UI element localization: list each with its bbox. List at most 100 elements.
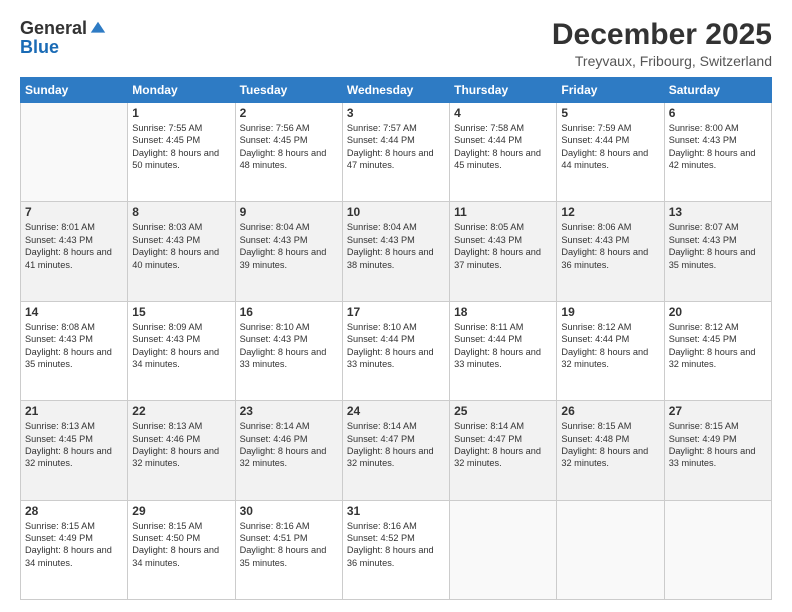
day-number: 31 [347,504,445,518]
day-info: Sunrise: 8:15 AMSunset: 4:49 PMDaylight:… [669,420,767,470]
table-row: 2Sunrise: 7:56 AMSunset: 4:45 PMDaylight… [235,103,342,202]
day-info: Sunrise: 8:16 AMSunset: 4:51 PMDaylight:… [240,520,338,570]
table-row: 16 Sunrise: 8:10 AMSunset: 4:43 PMDayligh… [235,301,342,400]
day-number: 16 [240,305,338,319]
day-number: 30 [240,504,338,518]
day-number: 2 [240,106,338,120]
day-info: Sunrise: 8:12 AMSunset: 4:45 PMDaylight:… [669,321,767,371]
calendar-week-row: 1 Sunrise: 7:55 AMSunset: 4:45 PMDaylight… [21,103,772,202]
table-row: 10 Sunrise: 8:04 AMSunset: 4:43 PMDayligh… [342,202,449,301]
logo-blue: Blue [20,37,59,58]
day-info: Sunrise: 8:10 AMSunset: 4:44 PMDaylight:… [347,321,445,371]
day-number: 21 [25,404,123,418]
day-number: 25 [454,404,552,418]
day-number: 28 [25,504,123,518]
month-title: December 2025 [552,18,772,51]
day-number: 29 [132,504,230,518]
table-row: 19 Sunrise: 8:12 AMSunset: 4:44 PMDayligh… [557,301,664,400]
table-row: 27 Sunrise: 8:15 AMSunset: 4:49 PMDayligh… [664,401,771,500]
table-row: 21 Sunrise: 8:13 AMSunset: 4:45 PMDayligh… [21,401,128,500]
logo: General Blue [20,18,107,58]
table-row: 3Sunrise: 7:57 AMSunset: 4:44 PMDaylight… [342,103,449,202]
table-row: 7 Sunrise: 8:01 AMSunset: 4:43 PMDaylight… [21,202,128,301]
day-number: 24 [347,404,445,418]
day-info: Sunrise: 8:13 AMSunset: 4:45 PMDaylight:… [25,420,123,470]
calendar-week-row: 21 Sunrise: 8:13 AMSunset: 4:45 PMDayligh… [21,401,772,500]
table-row: 6Sunrise: 8:00 AMSunset: 4:43 PMDaylight… [664,103,771,202]
day-number: 15 [132,305,230,319]
page: General Blue December 2025 Treyvaux, Fri… [0,0,792,612]
day-info: Sunrise: 8:03 AMSunset: 4:43 PMDaylight:… [132,221,230,271]
table-row: 30 Sunrise: 8:16 AMSunset: 4:51 PMDayligh… [235,500,342,599]
table-row: 31Sunrise: 8:16 AMSunset: 4:52 PMDayligh… [342,500,449,599]
day-info: Sunrise: 8:12 AMSunset: 4:44 PMDaylight:… [561,321,659,371]
day-number: 4 [454,106,552,120]
day-number: 27 [669,404,767,418]
table-row: 26Sunrise: 8:15 AMSunset: 4:48 PMDayligh… [557,401,664,500]
day-info: Sunrise: 8:08 AMSunset: 4:43 PMDaylight:… [25,321,123,371]
table-row [664,500,771,599]
day-number: 17 [347,305,445,319]
day-info: Sunrise: 8:07 AMSunset: 4:43 PMDaylight:… [669,221,767,271]
day-info: Sunrise: 8:04 AMSunset: 4:43 PMDaylight:… [240,221,338,271]
day-info: Sunrise: 8:00 AMSunset: 4:43 PMDaylight:… [669,122,767,172]
day-number: 9 [240,205,338,219]
table-row: 14 Sunrise: 8:08 AMSunset: 4:43 PMDayligh… [21,301,128,400]
day-info: Sunrise: 8:15 AMSunset: 4:48 PMDaylight:… [561,420,659,470]
logo-icon [89,20,107,38]
day-number: 3 [347,106,445,120]
col-sunday: Sunday [21,78,128,103]
day-number: 10 [347,205,445,219]
title-section: December 2025 Treyvaux, Fribourg, Switze… [552,18,772,69]
table-row: 15Sunrise: 8:09 AMSunset: 4:43 PMDayligh… [128,301,235,400]
table-row: 28 Sunrise: 8:15 AMSunset: 4:49 PMDayligh… [21,500,128,599]
table-row: 4 Sunrise: 7:58 AMSunset: 4:44 PMDaylight… [450,103,557,202]
day-number: 23 [240,404,338,418]
day-number: 8 [132,205,230,219]
table-row: 12 Sunrise: 8:06 AMSunset: 4:43 PMDayligh… [557,202,664,301]
calendar-header-row: Sunday Monday Tuesday Wednesday Thursday… [21,78,772,103]
day-number: 7 [25,205,123,219]
day-number: 13 [669,205,767,219]
day-info: Sunrise: 8:14 AMSunset: 4:47 PMDaylight:… [454,420,552,470]
day-info: Sunrise: 8:10 AMSunset: 4:43 PMDaylight:… [240,321,338,371]
table-row: 18 Sunrise: 8:11 AMSunset: 4:44 PMDayligh… [450,301,557,400]
day-number: 11 [454,205,552,219]
day-number: 14 [25,305,123,319]
col-tuesday: Tuesday [235,78,342,103]
day-info: Sunrise: 8:15 AMSunset: 4:49 PMDaylight:… [25,520,123,570]
day-number: 19 [561,305,659,319]
location-subtitle: Treyvaux, Fribourg, Switzerland [552,53,772,69]
day-info: Sunrise: 7:58 AMSunset: 4:44 PMDaylight:… [454,122,552,172]
day-info: Sunrise: 8:15 AMSunset: 4:50 PMDaylight:… [132,520,230,570]
table-row: 20Sunrise: 8:12 AMSunset: 4:45 PMDayligh… [664,301,771,400]
table-row [450,500,557,599]
table-row: 29 Sunrise: 8:15 AMSunset: 4:50 PMDayligh… [128,500,235,599]
day-info: Sunrise: 8:13 AMSunset: 4:46 PMDaylight:… [132,420,230,470]
day-info: Sunrise: 8:04 AMSunset: 4:43 PMDaylight:… [347,221,445,271]
day-number: 18 [454,305,552,319]
calendar-week-row: 7 Sunrise: 8:01 AMSunset: 4:43 PMDaylight… [21,202,772,301]
table-row: 1 Sunrise: 7:55 AMSunset: 4:45 PMDaylight… [128,103,235,202]
day-info: Sunrise: 8:05 AMSunset: 4:43 PMDaylight:… [454,221,552,271]
day-info: Sunrise: 8:11 AMSunset: 4:44 PMDaylight:… [454,321,552,371]
col-friday: Friday [557,78,664,103]
day-info: Sunrise: 8:01 AMSunset: 4:43 PMDaylight:… [25,221,123,271]
day-number: 5 [561,106,659,120]
table-row [21,103,128,202]
day-number: 12 [561,205,659,219]
table-row: 22 Sunrise: 8:13 AMSunset: 4:46 PMDayligh… [128,401,235,500]
day-number: 22 [132,404,230,418]
table-row: 17 Sunrise: 8:10 AMSunset: 4:44 PMDayligh… [342,301,449,400]
day-info: Sunrise: 7:55 AMSunset: 4:45 PMDaylight:… [132,122,230,172]
table-row: 9 Sunrise: 8:04 AMSunset: 4:43 PMDaylight… [235,202,342,301]
day-number: 1 [132,106,230,120]
table-row: 25 Sunrise: 8:14 AMSunset: 4:47 PMDayligh… [450,401,557,500]
day-info: Sunrise: 7:59 AMSunset: 4:44 PMDaylight:… [561,122,659,172]
table-row [557,500,664,599]
logo-general: General [20,18,87,39]
calendar: Sunday Monday Tuesday Wednesday Thursday… [20,77,772,600]
table-row: 24Sunrise: 8:14 AMSunset: 4:47 PMDayligh… [342,401,449,500]
table-row: 5 Sunrise: 7:59 AMSunset: 4:44 PMDaylight… [557,103,664,202]
day-info: Sunrise: 8:06 AMSunset: 4:43 PMDaylight:… [561,221,659,271]
